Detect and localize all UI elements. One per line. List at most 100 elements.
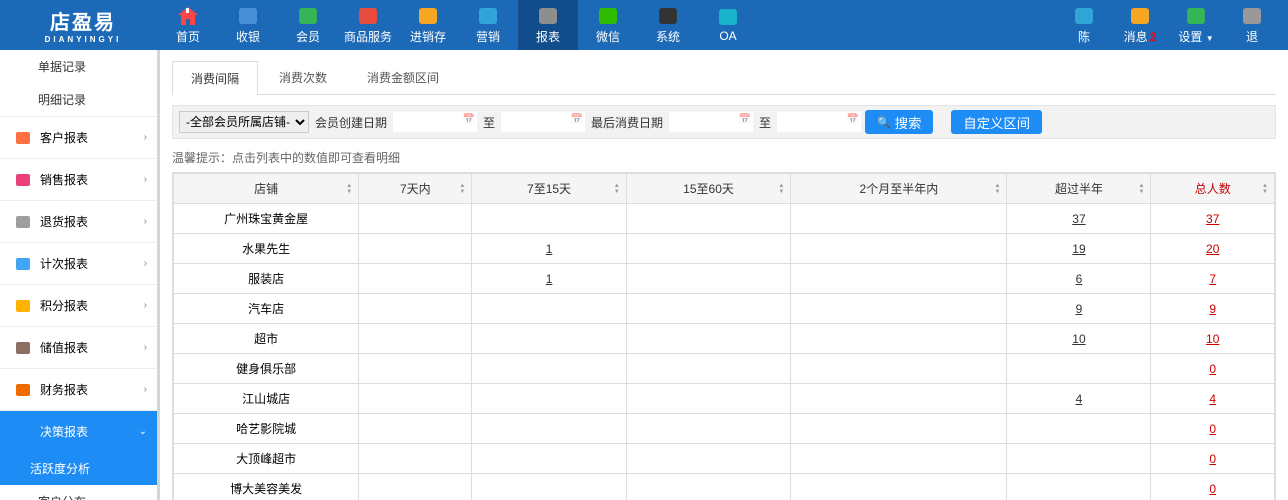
sidebar-item[interactable]: 客户报表› (0, 116, 157, 158)
nav-right-user[interactable]: 陈 (1056, 0, 1112, 50)
cell-link[interactable]: 0 (1209, 482, 1216, 496)
cell: 4 (1007, 384, 1151, 414)
table-row: 江山城店44 (174, 384, 1275, 414)
cell: 4 (1151, 384, 1275, 414)
sidebar-item[interactable]: 财务报表› (0, 368, 157, 410)
sidebar-sub[interactable]: 单据记录 (0, 50, 157, 83)
sidebar-item[interactable]: 积分报表› (0, 284, 157, 326)
cell (472, 414, 626, 444)
cell-link[interactable]: 7 (1209, 272, 1216, 286)
sidebar-item[interactable]: 退货报表› (0, 200, 157, 242)
cell-store: 广州珠宝黄金屋 (174, 204, 359, 234)
table: 店铺▲▼7天内▲▼7至15天▲▼15至60天▲▼2个月至半年内▲▼超过半年▲▼总… (172, 172, 1276, 500)
cell (472, 384, 626, 414)
cell-link[interactable]: 10 (1206, 332, 1219, 346)
cell (359, 474, 472, 500)
sidebar-item[interactable]: 计次报表› (0, 242, 157, 284)
nav-member[interactable]: 会员 (278, 0, 338, 50)
column-header[interactable]: 7至15天▲▼ (472, 174, 626, 204)
last-date-to[interactable] (777, 112, 861, 132)
table-row: 大顶峰超市0 (174, 444, 1275, 474)
store-select[interactable]: -全部会员所属店铺- (179, 111, 309, 133)
sidebar-icon (14, 424, 32, 440)
nav-report[interactable]: 报表 (518, 0, 578, 50)
cell-link[interactable]: 37 (1072, 212, 1085, 226)
create-date-from[interactable] (393, 112, 477, 132)
cell (472, 204, 626, 234)
last-date-from[interactable] (669, 112, 753, 132)
nav-stock[interactable]: 进销存 (398, 0, 458, 50)
table-row: 服装店167 (174, 264, 1275, 294)
column-header[interactable]: 店铺▲▼ (174, 174, 359, 204)
column-header[interactable]: 2个月至半年内▲▼ (791, 174, 1007, 204)
nav-cash[interactable]: 收银 (218, 0, 278, 50)
cell-link[interactable]: 4 (1209, 392, 1216, 406)
tab[interactable]: 消费间隔 (172, 61, 258, 95)
nav-label: 微信 (596, 28, 620, 45)
cell-link[interactable]: 20 (1206, 242, 1219, 256)
nav-right-bell[interactable]: 消息2 (1112, 0, 1168, 50)
nav-wechat[interactable]: 微信 (578, 0, 638, 50)
horn-icon (477, 6, 499, 26)
create-date-to[interactable] (501, 112, 585, 132)
nav-label: 首页 (176, 28, 200, 45)
nav-system[interactable]: 系统 (638, 0, 698, 50)
oa-icon (717, 7, 739, 27)
sidebar-icon (14, 256, 32, 272)
cell (791, 354, 1007, 384)
nav-right-gear[interactable]: 设置 ▼ (1168, 0, 1224, 50)
to-label-1: 至 (481, 114, 497, 131)
cell-link[interactable]: 0 (1209, 362, 1216, 376)
nav-goods[interactable]: 商品服务 (338, 0, 398, 50)
cell-link[interactable]: 6 (1076, 272, 1083, 286)
search-button[interactable]: 🔍 搜索 (865, 110, 933, 134)
cell (359, 264, 472, 294)
column-header[interactable]: 超过半年▲▼ (1007, 174, 1151, 204)
main: 消费间隔消费次数消费金额区间 -全部会员所属店铺- 会员创建日期 至 最后消费日… (160, 50, 1288, 500)
cell (791, 414, 1007, 444)
cell-link[interactable]: 4 (1076, 392, 1083, 406)
cell (626, 354, 791, 384)
column-header[interactable]: 7天内▲▼ (359, 174, 472, 204)
sidebar-sub[interactable]: 活跃度分析 (0, 452, 157, 485)
cell-link[interactable]: 37 (1206, 212, 1219, 226)
cell-link[interactable]: 9 (1076, 302, 1083, 316)
cell-link[interactable]: 0 (1209, 452, 1216, 466)
sidebar-sub[interactable]: 客户分布 (0, 485, 157, 500)
cash-icon (237, 6, 259, 26)
chevron-right-icon: › (144, 174, 147, 185)
cell: 0 (1151, 414, 1275, 444)
sort-icon: ▲▼ (459, 183, 465, 195)
cell (472, 474, 626, 500)
cell: 9 (1007, 294, 1151, 324)
nav-home[interactable]: 首页 (158, 0, 218, 50)
nav-horn[interactable]: 营销 (458, 0, 518, 50)
gear-icon (1185, 6, 1207, 26)
sidebar-item[interactable]: 储值报表› (0, 326, 157, 368)
sidebar-sub[interactable]: 明细记录 (0, 83, 157, 116)
custom-range-button[interactable]: 自定义区间 (951, 110, 1042, 134)
cell (791, 324, 1007, 354)
tab[interactable]: 消费金额区间 (348, 60, 458, 94)
sidebar-item[interactable]: 决策报表⌄ (0, 410, 157, 452)
cell-link[interactable]: 0 (1209, 422, 1216, 436)
column-header[interactable]: 总人数▲▼ (1151, 174, 1275, 204)
cell-link[interactable]: 9 (1209, 302, 1216, 316)
nav-label: 会员 (296, 28, 320, 45)
tab[interactable]: 消费次数 (260, 60, 346, 94)
sidebar-label: 计次报表 (40, 255, 88, 272)
sidebar-item[interactable]: 销售报表› (0, 158, 157, 200)
cell-link[interactable]: 1 (546, 242, 553, 256)
cell-link[interactable]: 10 (1072, 332, 1085, 346)
column-header[interactable]: 15至60天▲▼ (626, 174, 791, 204)
nav-oa[interactable]: OA (698, 0, 758, 50)
nav-right-exit[interactable]: 退 (1224, 0, 1280, 50)
sort-icon: ▲▼ (994, 183, 1000, 195)
cell-link[interactable]: 19 (1072, 242, 1085, 256)
cell (791, 264, 1007, 294)
cell-link[interactable]: 1 (546, 272, 553, 286)
cell (626, 264, 791, 294)
wechat-icon (597, 6, 619, 26)
nav-label: OA (719, 29, 736, 43)
chevron-right-icon: › (144, 132, 147, 143)
